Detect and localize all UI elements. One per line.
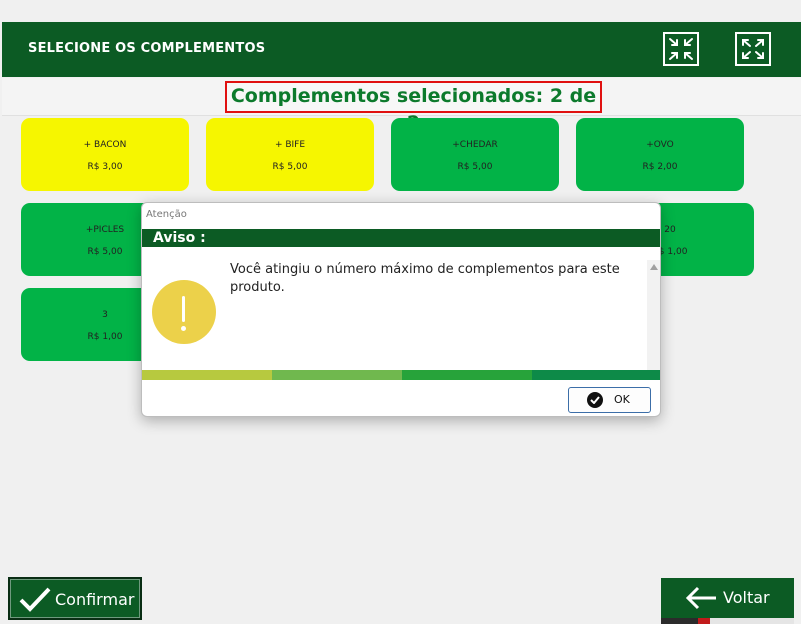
- tile-price: R$ 2,00: [642, 162, 678, 172]
- tile-name: +OVO: [646, 140, 674, 150]
- color-stripe-2: [272, 370, 402, 380]
- back-button[interactable]: Voltar: [661, 578, 794, 618]
- arrows-outward-icon: [742, 39, 764, 59]
- warning-dialog: Atenção Aviso : Você atingiu o número má…: [141, 202, 661, 417]
- color-stripe-4: [532, 370, 660, 380]
- dialog-window-title: Atenção: [146, 209, 187, 220]
- confirm-button[interactable]: Confirmar: [8, 577, 142, 620]
- ok-button[interactable]: OK: [568, 387, 651, 413]
- tile-price: R$ 5,00: [272, 162, 308, 172]
- page-title: SELECIONE OS COMPLEMENTOS: [28, 41, 266, 56]
- dialog-heading-band: Aviso :: [142, 229, 660, 247]
- tile-name: + BIFE: [274, 140, 306, 150]
- dialog-heading: Aviso :: [153, 230, 206, 246]
- color-stripe-3: [402, 370, 532, 380]
- scroll-up-icon[interactable]: [650, 264, 658, 270]
- dialog-scrollbar[interactable]: [647, 260, 660, 370]
- arrows-inward-icon: [669, 38, 693, 60]
- tile-price: R$ 5,00: [457, 162, 493, 172]
- tile-chedar[interactable]: +CHEDAR R$ 5,00: [391, 118, 559, 191]
- selection-counter-banner: Complementos selecionados: 2 de 2: [2, 78, 801, 134]
- ok-label: OK: [614, 393, 630, 406]
- dialog-message: Você atingiu o número máximo de compleme…: [230, 262, 620, 295]
- window-top-bar: [0, 0, 801, 22]
- warning-icon: [152, 280, 216, 344]
- tile-bacon[interactable]: + BACON R$ 3,00: [21, 118, 189, 191]
- tile-name: + BACON: [83, 140, 127, 150]
- taskbar-strip: [661, 618, 794, 624]
- tile-bife[interactable]: + BIFE R$ 5,00: [206, 118, 374, 191]
- selection-counter: Complementos selecionados: 2 de 2: [225, 81, 602, 134]
- tile-ovo[interactable]: +OVO R$ 2,00: [576, 118, 744, 191]
- restore-size-button[interactable]: [663, 32, 699, 66]
- tile-price: R$ 3,00: [87, 162, 123, 172]
- back-label: Voltar: [723, 588, 770, 607]
- maximize-button[interactable]: [735, 32, 771, 66]
- tile-name: +CHEDAR: [452, 140, 498, 150]
- color-stripe-1: [142, 370, 272, 380]
- confirm-label: Confirmar: [55, 590, 135, 609]
- header-bar: SELECIONE OS COMPLEMENTOS: [2, 22, 801, 77]
- check-circle-icon: [587, 392, 603, 408]
- arrow-left-icon: [685, 586, 716, 610]
- checkmark-icon: [19, 587, 51, 612]
